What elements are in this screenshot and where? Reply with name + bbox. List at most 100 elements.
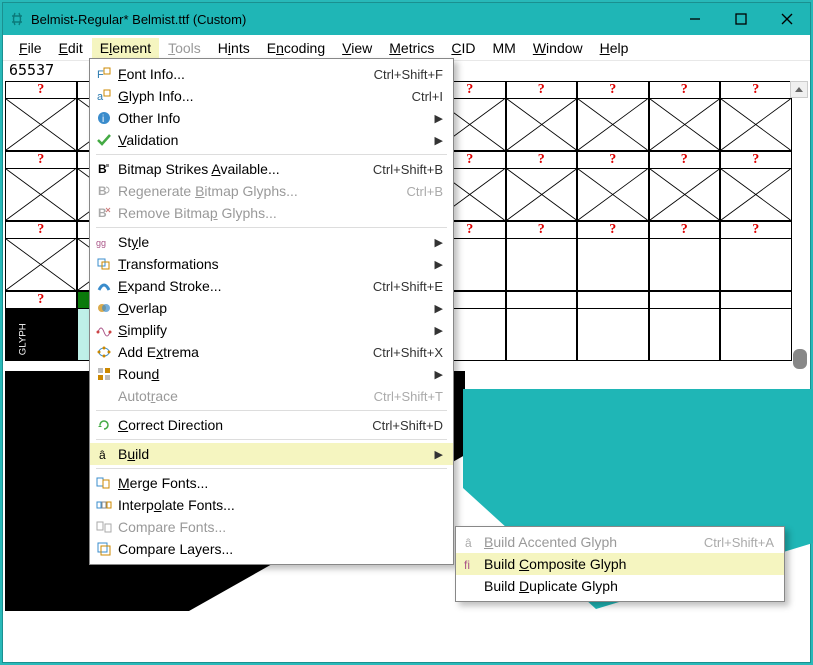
menu-window[interactable]: Window [525,38,591,58]
glyph-cell[interactable]: ? [649,151,721,221]
check-icon [90,132,118,148]
menuitem-compare-fonts: Compare Fonts... [90,516,453,538]
font-info-icon: F [90,66,118,82]
compare-fonts-icon [90,519,118,535]
menuitem-simplify[interactable]: Simplify▶ [90,319,453,341]
menu-tools[interactable]: Tools [160,38,209,58]
glyph-cell[interactable]: ? [506,151,578,221]
menuitem-round[interactable]: Round▶ [90,363,453,385]
build-submenu: â Build Accented GlyphCtrl+Shift+A fi Bu… [455,526,785,602]
merge-icon [90,475,118,491]
menuitem-regenerate-bitmap: B Regenerate Bitmap Glyphs...Ctrl+B [90,180,453,202]
overlap-icon [90,300,118,316]
glyph-cell[interactable] [506,291,578,361]
menu-separator [96,227,447,228]
glyph-cell[interactable]: ? [577,221,649,291]
glyph-cell[interactable]: ? [577,81,649,151]
menuitem-build-composite[interactable]: fi Build Composite Glyph [456,553,784,575]
menuitem-validation[interactable]: Validation▶ [90,129,453,151]
glyph-cell[interactable] [577,291,649,361]
app-icon [9,11,25,27]
menuitem-other-info[interactable]: i Other Info▶ [90,107,453,129]
menu-file[interactable]: File [11,38,50,58]
menu-hints[interactable]: Hints [210,38,258,58]
compare-layers-icon [90,541,118,557]
window-title: Belmist-Regular* Belmist.ttf (Custom) [31,12,672,27]
svg-text:B: B [98,206,107,220]
close-button[interactable] [764,3,810,35]
expand-stroke-icon [90,278,118,294]
svg-text:fi: fi [464,558,470,572]
menuitem-font-info[interactable]: F Font Info...Ctrl+Shift+F [90,63,453,85]
menu-view[interactable]: View [334,38,380,58]
style-icon: gg [90,234,118,250]
round-icon [90,366,118,382]
glyph-cell[interactable]: ? [577,151,649,221]
interpolate-icon [90,497,118,513]
glyph-cell[interactable]: ? [649,221,721,291]
menuitem-glyph-info[interactable]: a Glyph Info...Ctrl+I [90,85,453,107]
menuitem-build-duplicate[interactable]: Build Duplicate Glyph [456,575,784,597]
glyph-preview: GLYPH [6,309,76,360]
scrollbar-up-button[interactable] [790,81,808,98]
glyph-cell[interactable]: ? [649,81,721,151]
glyph-cell[interactable]: ? [720,221,792,291]
glyph-cell[interactable] [649,291,721,361]
menu-metrics[interactable]: Metrics [381,38,442,58]
menuitem-transformations[interactable]: Transformations▶ [90,253,453,275]
menu-cid[interactable]: CID [443,38,483,58]
glyph-cell[interactable]: ? [506,81,578,151]
scrollbar-thumb[interactable] [793,349,807,369]
svg-text:B: B [98,162,107,176]
glyph-cell[interactable]: ?GLYPH [5,291,77,361]
svg-text:B: B [98,184,107,198]
glyph-cell[interactable]: ? [5,151,77,221]
glyph-cell[interactable] [720,291,792,361]
menu-edit[interactable]: Edit [51,38,91,58]
glyph-cell[interactable]: ? [5,81,77,151]
svg-text:i: i [102,114,104,125]
menu-separator [96,439,447,440]
menu-help[interactable]: Help [592,38,637,58]
glyph-cell[interactable]: ? [720,151,792,221]
svg-text:F: F [97,69,104,81]
svg-text:a: a [97,91,104,103]
glyph-info-icon: a [90,88,118,104]
accented-glyph-icon: â [456,534,484,550]
extrema-icon [90,344,118,360]
menuitem-merge-fonts[interactable]: Merge Fonts... [90,472,453,494]
menu-encoding[interactable]: Encoding [259,38,333,58]
menuitem-build[interactable]: â Build▶ [90,443,453,465]
menuitem-add-extrema[interactable]: Add ExtremaCtrl+Shift+X [90,341,453,363]
glyph-cell[interactable]: ? [720,81,792,151]
glyph-cell[interactable]: ? [506,221,578,291]
menu-mm[interactable]: MM [485,38,524,58]
menuitem-remove-bitmap: B Remove Bitmap Glyphs... [90,202,453,224]
window-controls [672,3,810,35]
menu-separator [96,154,447,155]
menuitem-bitmap-strikes[interactable]: B Bitmap Strikes Available...Ctrl+Shift+… [90,158,453,180]
menuitem-compare-layers[interactable]: Compare Layers... [90,538,453,560]
simplify-icon [90,322,118,338]
glyph-cell[interactable]: ? [5,221,77,291]
titlebar: Belmist-Regular* Belmist.ttf (Custom) [3,3,810,35]
build-icon: â [90,446,118,462]
svg-text:â: â [465,536,472,550]
composite-glyph-icon: fi [456,556,484,572]
svg-text:gg: gg [96,238,106,248]
info-icon: i [90,110,118,126]
element-menu-dropdown: F Font Info...Ctrl+Shift+F a Glyph Info.… [89,58,454,565]
menuitem-expand-stroke[interactable]: Expand Stroke...Ctrl+Shift+E [90,275,453,297]
menuitem-correct-direction[interactable]: Correct DirectionCtrl+Shift+D [90,414,453,436]
menuitem-autotrace: AutotraceCtrl+Shift+T [90,385,453,407]
menuitem-overlap[interactable]: Overlap▶ [90,297,453,319]
transform-icon [90,256,118,272]
menuitem-style[interactable]: gg Style▶ [90,231,453,253]
menuitem-build-accented: â Build Accented GlyphCtrl+Shift+A [456,531,784,553]
bitmap-regen-icon: B [90,183,118,199]
menuitem-interpolate-fonts[interactable]: Interpolate Fonts... [90,494,453,516]
maximize-button[interactable] [718,3,764,35]
minimize-button[interactable] [672,3,718,35]
menu-separator [96,468,447,469]
menu-element[interactable]: Element [92,38,159,58]
